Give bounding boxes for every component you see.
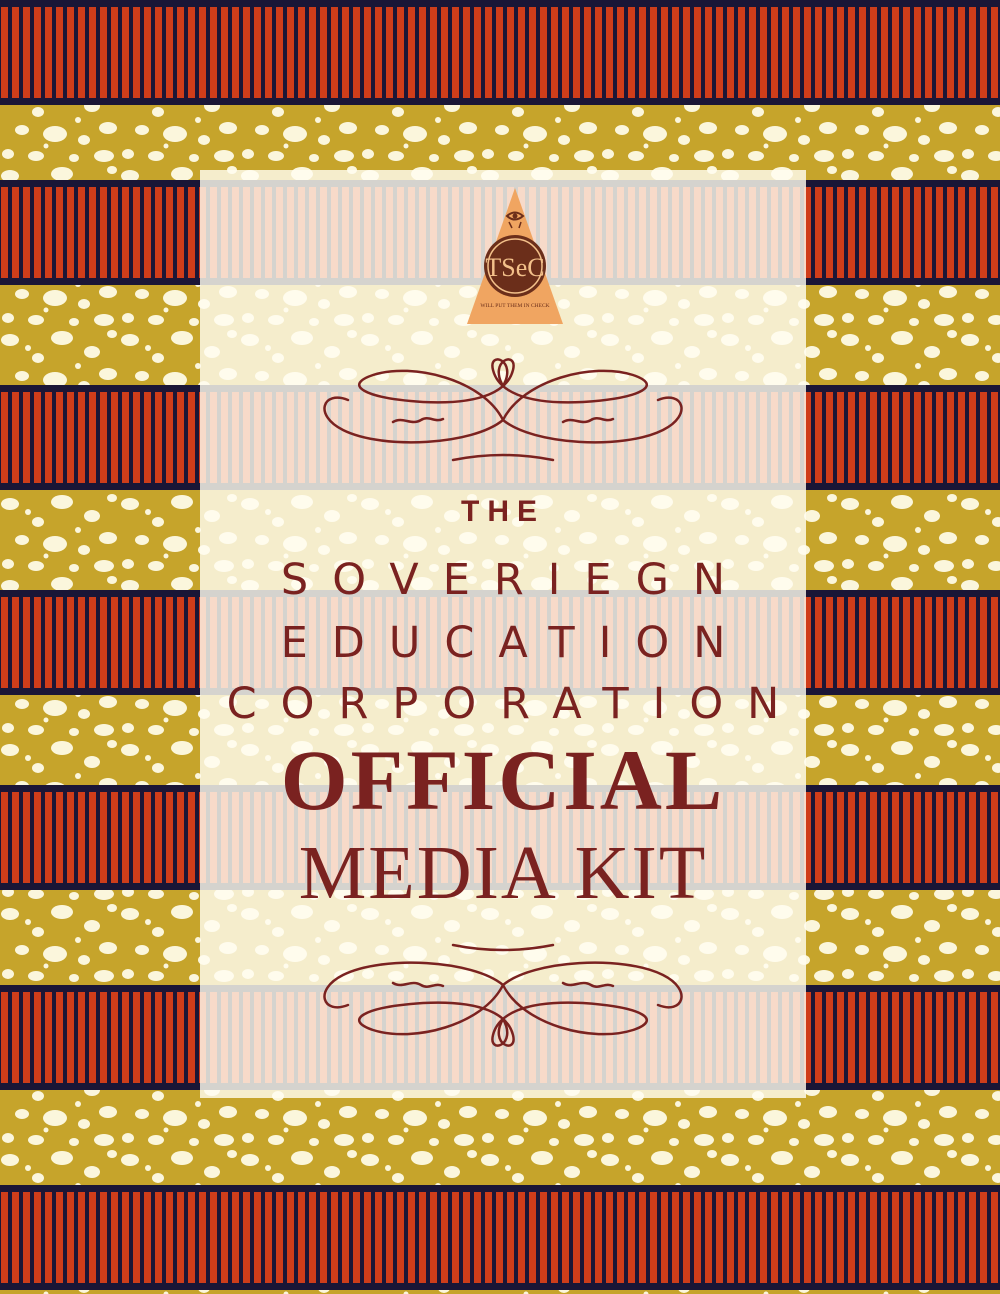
ornate-scroll-flourish-icon [323, 943, 683, 1047]
logo-initials: TSeC [485, 253, 544, 282]
fabric-band-edge [0, 0, 1000, 7]
cover-title-line-2: EDUCATION [280, 618, 750, 668]
ornate-scroll-flourish-icon [323, 358, 683, 462]
cover-title-official: OFFICIAL [280, 732, 726, 828]
logo-tagline: WILL PUT THEM IN CHECK [480, 303, 549, 309]
fabric-band-edge [0, 1185, 1000, 1192]
fabric-stripe-band [0, 1185, 1000, 1290]
eye-triangle-emblem-icon: TSeC WILL PUT THEM IN CHECK [467, 188, 563, 324]
cover-title-media-kit: MEDIA KIT [298, 831, 708, 915]
fabric-stripe-band [0, 0, 1000, 105]
fabric-band-edge [0, 1283, 1000, 1290]
cover-title-line-3: CORPORATION [226, 679, 804, 729]
cover-title-the: THE [461, 495, 545, 528]
fabric-band-edge [0, 98, 1000, 105]
cover-panel: TSeC WILL PUT THEM IN CHECK THE SOVERIEG… [200, 170, 806, 1098]
cover-title-line-1: SOVERIEGN [280, 555, 750, 605]
